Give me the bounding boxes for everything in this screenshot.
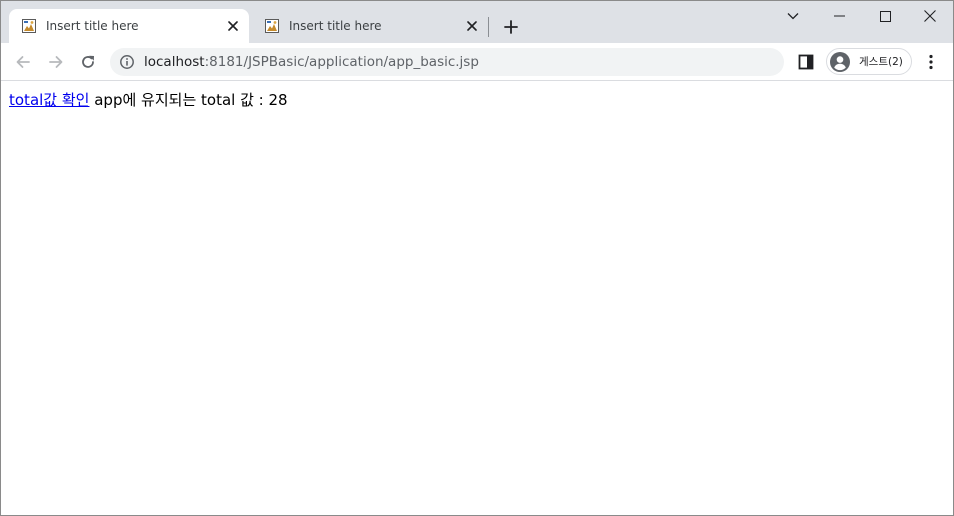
reload-button[interactable] — [74, 48, 102, 76]
tab-search-button[interactable] — [770, 1, 816, 31]
person-icon — [830, 51, 850, 72]
tab-title: Insert title here — [289, 19, 382, 33]
kebab-menu-icon — [929, 54, 933, 70]
browser-window: Insert title here Insert title here loca… — [0, 0, 954, 516]
tab-active[interactable]: Insert title here — [9, 9, 249, 43]
maximize-button[interactable] — [862, 1, 908, 31]
tab-title: Insert title here — [46, 19, 139, 33]
tab-separator — [488, 17, 489, 37]
plus-icon — [504, 20, 518, 34]
address-bar[interactable]: localhost:8181/JSPBasic/application/app_… — [110, 48, 784, 76]
image-file-icon — [265, 19, 279, 33]
image-file-icon — [22, 19, 36, 33]
reload-icon — [82, 55, 94, 68]
arrow-right-icon — [49, 56, 63, 68]
chevron-down-icon — [787, 13, 799, 20]
close-window-button[interactable] — [907, 1, 953, 31]
close-icon[interactable] — [462, 16, 482, 36]
arrow-left-icon — [16, 56, 30, 68]
profile-button[interactable]: 게스트(2) — [826, 48, 912, 75]
total-check-link[interactable]: total값 확인 — [9, 91, 89, 109]
url-host: localhost — [144, 54, 205, 70]
forward-button[interactable] — [42, 48, 70, 76]
tab-inactive[interactable]: Insert title here — [252, 9, 488, 43]
browser-menu-button[interactable] — [921, 52, 941, 72]
tab-strip: Insert title here Insert title here — [1, 1, 953, 43]
back-button[interactable] — [9, 48, 37, 76]
minimize-icon — [833, 15, 845, 17]
profile-label: 게스트(2) — [859, 56, 903, 68]
content-line: total값 확인 app에 유지되는 total 값 : 28 — [9, 91, 288, 109]
page-content: total값 확인 app에 유지되는 total 값 : 28 — [1, 81, 953, 515]
info-icon[interactable] — [119, 54, 135, 70]
url-text: localhost:8181/JSPBasic/application/app_… — [144, 54, 479, 70]
close-icon — [924, 10, 936, 22]
browser-toolbar: localhost:8181/JSPBasic/application/app_… — [1, 43, 953, 81]
minimize-button[interactable] — [816, 1, 862, 31]
url-path: :8181/JSPBasic/application/app_basic.jsp — [204, 54, 479, 70]
total-message: app에 유지되는 total 값 : 28 — [89, 91, 288, 109]
close-icon[interactable] — [223, 16, 243, 36]
new-tab-button[interactable] — [499, 15, 523, 39]
maximize-icon — [879, 10, 891, 22]
side-panel-icon[interactable] — [797, 53, 815, 71]
